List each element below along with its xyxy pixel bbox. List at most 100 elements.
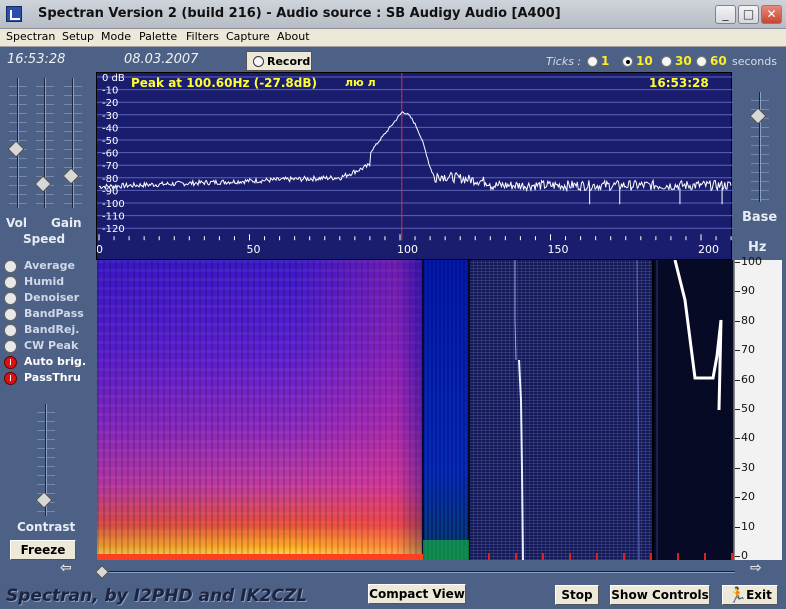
waterfall-baseline-band bbox=[97, 554, 423, 560]
toggle-off-icon[interactable] bbox=[4, 324, 17, 337]
option-label: BandPass bbox=[24, 307, 84, 320]
credits-text: Spectran, by I2PHD and IK2CZL bbox=[6, 586, 308, 606]
horizontal-scroll-thumb[interactable] bbox=[94, 564, 110, 580]
menu-palette[interactable]: Palette bbox=[139, 30, 177, 43]
hz-axis-label: 40 bbox=[741, 431, 755, 445]
menu-mode[interactable]: Mode bbox=[101, 30, 131, 43]
waterfall-display[interactable] bbox=[97, 260, 733, 560]
hz-axis-label: 20 bbox=[741, 490, 755, 504]
hz-axis-label: 60 bbox=[741, 372, 755, 386]
spectran-window: Spectran Version 2 (build 216) - Audio s… bbox=[0, 0, 786, 609]
exit-label: Exit bbox=[746, 588, 772, 602]
option-label: Auto brig. bbox=[24, 355, 87, 368]
speed-slider[interactable] bbox=[62, 78, 82, 208]
waterfall-signal-trace bbox=[514, 260, 517, 361]
menu-setup[interactable]: Setup bbox=[62, 30, 94, 43]
waterfall-baseline-band bbox=[423, 540, 469, 560]
hz-axis-label: 50 bbox=[741, 402, 755, 415]
freeze-button[interactable]: Freeze bbox=[10, 540, 76, 560]
show-controls-button[interactable]: Show Controls bbox=[610, 585, 710, 605]
tick-radio-selected-icon[interactable] bbox=[622, 56, 633, 67]
menu-spectran[interactable]: Spectran bbox=[6, 30, 55, 43]
spectrum-time: 16:53:28 bbox=[649, 76, 709, 90]
freq-tick-label: 50 bbox=[247, 243, 261, 256]
freq-tick-label: 0 bbox=[97, 243, 103, 256]
tick-radio-icon[interactable] bbox=[661, 56, 672, 67]
hz-unit-label: Hz bbox=[748, 240, 767, 255]
spectrum-plot: 0 dB -10-20 -30-40 -50 -60-70 -80-90 -100 -110-… bbox=[97, 73, 733, 256]
current-time: 16:53:28 bbox=[7, 52, 66, 67]
db-tick-label: -40 bbox=[102, 123, 118, 134]
waterfall-traces bbox=[97, 260, 733, 560]
gain-slider[interactable] bbox=[34, 78, 54, 208]
db-tick-label: -30 bbox=[102, 111, 118, 122]
db-tick-label: -20 bbox=[102, 98, 118, 109]
tick-value: 1 bbox=[601, 54, 610, 68]
option-label: Denoiser bbox=[24, 291, 80, 304]
menu-filters[interactable]: Filters bbox=[186, 30, 219, 43]
spectrum-display[interactable]: 0 dB -10 -20 -30 -40 -50 -60 -70 -80 -90 -100 -110-… bbox=[96, 72, 733, 260]
tick-value: 60 bbox=[710, 54, 727, 68]
db-tick-label: -10 bbox=[102, 86, 118, 97]
record-radio-icon bbox=[253, 56, 264, 67]
hz-axis-tick bbox=[735, 438, 740, 440]
compact-view-button[interactable]: Compact View bbox=[368, 584, 466, 604]
hz-axis-tick bbox=[735, 379, 740, 381]
tick-radio-icon[interactable] bbox=[587, 56, 598, 67]
base-slider[interactable] bbox=[749, 92, 769, 202]
db-tick-label: -80 bbox=[102, 174, 118, 185]
freq-tick-label: 100 bbox=[397, 243, 418, 256]
waterfall-signal-trace bbox=[518, 359, 524, 560]
contrast-slider[interactable] bbox=[35, 404, 55, 516]
seconds-label: seconds bbox=[732, 55, 777, 68]
toggle-off-icon[interactable] bbox=[4, 276, 17, 289]
hz-axis-tick bbox=[735, 350, 740, 352]
close-button[interactable]: ✕ bbox=[761, 5, 782, 24]
window-title: Spectran Version 2 (build 216) - Audio s… bbox=[38, 6, 561, 21]
horizontal-scroll-slider[interactable] bbox=[94, 564, 735, 580]
hz-axis-label: 90 bbox=[741, 284, 755, 298]
option-label: BandRej. bbox=[24, 323, 80, 336]
app-icon[interactable] bbox=[6, 6, 22, 22]
db-tick-label: -110 bbox=[102, 212, 125, 223]
toggle-on-icon[interactable] bbox=[4, 372, 17, 385]
speed-label: Speed bbox=[23, 232, 66, 246]
contrast-label: Contrast bbox=[17, 520, 76, 534]
vol-slider[interactable] bbox=[7, 78, 27, 208]
db-tick-label: -70 bbox=[102, 161, 118, 172]
db-tick-label: -120 bbox=[102, 224, 125, 235]
hz-axis-tick bbox=[735, 526, 740, 528]
hz-axis-tick bbox=[735, 262, 740, 263]
option-label: PassThru bbox=[24, 371, 81, 384]
minimize-button[interactable]: _ bbox=[715, 5, 736, 24]
option-label: Humid bbox=[24, 275, 65, 288]
stop-button[interactable]: Stop bbox=[555, 585, 599, 605]
db-tick-label: -100 bbox=[102, 199, 125, 210]
toggle-off-icon[interactable] bbox=[4, 340, 17, 353]
hz-axis-tick bbox=[735, 409, 740, 410]
hz-axis-label: 30 bbox=[741, 460, 755, 474]
maximize-button[interactable]: □ bbox=[738, 5, 759, 24]
toggle-on-icon[interactable] bbox=[4, 356, 17, 369]
hz-axis-label: 70 bbox=[741, 343, 755, 357]
toggle-off-icon[interactable] bbox=[4, 292, 17, 305]
current-date: 08.03.2007 bbox=[124, 52, 199, 67]
title-bar[interactable]: Spectran Version 2 (build 216) - Audio s… bbox=[0, 0, 786, 29]
hz-axis-label: 100 bbox=[741, 255, 762, 268]
tick-value: 10 bbox=[636, 54, 653, 68]
scroll-right-arrow-icon[interactable]: ⇨ bbox=[750, 560, 762, 576]
exit-running-man-icon: 🏃 bbox=[728, 586, 747, 604]
waterfall-bright-trace bbox=[673, 260, 723, 411]
toggle-off-icon[interactable] bbox=[4, 260, 17, 273]
scroll-left-arrow-icon[interactable]: ⇦ bbox=[60, 560, 72, 576]
hz-axis-label: 80 bbox=[741, 313, 755, 327]
hz-axis-label: 10 bbox=[741, 519, 755, 533]
menu-capture[interactable]: Capture bbox=[226, 30, 270, 43]
tick-radio-icon[interactable] bbox=[696, 56, 707, 67]
record-button[interactable]: Record bbox=[246, 51, 312, 71]
db-tick-label: 0 dB bbox=[102, 73, 125, 84]
menu-about[interactable]: About bbox=[277, 30, 310, 43]
gain-label: Gain bbox=[51, 216, 82, 230]
record-label: Record bbox=[267, 55, 311, 68]
toggle-off-icon[interactable] bbox=[4, 308, 17, 321]
